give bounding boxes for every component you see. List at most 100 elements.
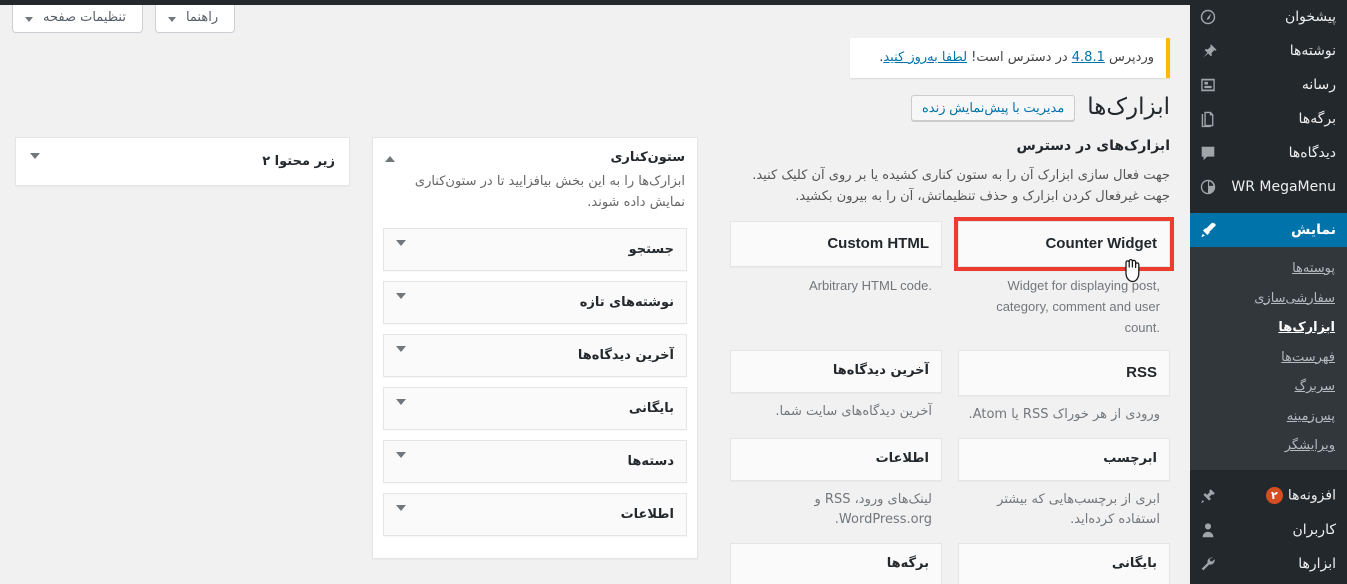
admin-submenu-item[interactable]: پوسته‌ها: [1190, 254, 1347, 284]
admin-menu-item-dashboard-icon[interactable]: پیشخوان: [1190, 0, 1347, 34]
available-widget-cell: Counter Widget Widget for displaying post…: [950, 217, 1174, 342]
screen-options-toggle-button[interactable]: تنظیمات صفحه: [12, 5, 143, 33]
admin-menu-item-pages-icon[interactable]: برگه‌ها: [1190, 102, 1347, 136]
available-widget-cell: RSS ورودی از هر خوراک RSS یا Atom.: [950, 350, 1170, 429]
sidebar-widget-item-label: بایگانی: [628, 400, 674, 416]
version-link[interactable]: 4.8.1: [1072, 50, 1105, 65]
users-icon: [1198, 520, 1218, 540]
sidebar-widget-item[interactable]: اطلاعات: [383, 492, 687, 536]
collapse-toggle-button[interactable]: [383, 152, 397, 166]
admin-menu-item-appearance-brush-icon[interactable]: نمایش: [1190, 213, 1347, 247]
sidebar-widget-item[interactable]: جستجو: [383, 227, 687, 271]
expand-toggle-button[interactable]: [396, 240, 406, 262]
admin-submenu-item[interactable]: سفارشی‌سازی: [1190, 284, 1347, 314]
available-widget-description: ورودی از هر خوراک RSS یا Atom.: [968, 406, 1160, 422]
help-toggle-button[interactable]: راهنما: [154, 5, 236, 33]
expand-toggle-button[interactable]: [396, 346, 406, 368]
available-widget-description: آخرین دیدگاه‌های سایت شما.: [775, 404, 932, 420]
update-link[interactable]: لطفا به‌روز کنید: [883, 50, 967, 65]
dashboard-icon: [1198, 7, 1218, 27]
admin-menu-item-label: برگه‌ها: [1298, 111, 1336, 127]
page-title-row: ابزارک‌ها مدیریت با پیش‌نمایش زنده: [20, 93, 1170, 122]
page-title: ابزارک‌ها: [1087, 94, 1170, 120]
admin-menu-separator: [1190, 204, 1347, 213]
admin-menu-item-megamenu-icon[interactable]: WR MegaMenu: [1190, 170, 1347, 204]
available-widget-cell: اطلاعات لینک‌های ورود، RSS و WordPress.or…: [730, 437, 950, 535]
admin-menu-bottom-group: افزونه‌ها۲ کاربران ابزارها: [1190, 469, 1347, 581]
available-widgets-description-line2: جهت غیرفعال کردن ابزارک و حذف تنظیماتش، …: [795, 189, 1170, 205]
admin-menu-item-label: ابزارها: [1298, 555, 1336, 572]
notice-prefix: وردپرس: [1104, 50, 1154, 65]
admin-submenu-item[interactable]: ابزارک‌ها: [1190, 313, 1347, 343]
available-widget-cell: Custom HTML Arbitrary HTML code.: [730, 221, 950, 342]
expand-toggle-button[interactable]: [396, 452, 406, 474]
update-notice: وردپرس 4.8.1 در دسترس است! لطفا به‌روز ک…: [850, 38, 1170, 78]
expand-toggle-button[interactable]: [396, 505, 406, 527]
chevron-down-icon: [396, 399, 406, 421]
admin-menu-item-label: پیشخوان: [1284, 9, 1336, 25]
admin-menu-item-pin-icon[interactable]: نوشته‌ها: [1190, 34, 1347, 68]
comments-icon: [1198, 143, 1218, 163]
below-content-2-panel[interactable]: زیر محتوا ۲: [15, 137, 350, 186]
admin-submenu-item[interactable]: فهرست‌ها: [1190, 343, 1347, 373]
available-widget-description: Arbitrary HTML code.: [808, 277, 932, 293]
available-widget-highlighted[interactable]: Counter Widget: [954, 217, 1174, 271]
available-widgets-description: جهت فعال سازی ابزارک آن را به ستون کناری…: [730, 165, 1170, 208]
available-widget-item[interactable]: اطلاعات: [730, 437, 942, 481]
chevron-down-icon: [396, 505, 406, 527]
chevron-down-icon: [396, 346, 406, 368]
notice-middle: در دسترس است!: [967, 50, 1072, 65]
expand-toggle-button[interactable]: [396, 399, 406, 421]
sidebar-widget-item[interactable]: بایگانی: [383, 386, 687, 430]
admin-menu-item-media-icon[interactable]: رسانه: [1190, 68, 1347, 102]
chevron-down-icon: [396, 240, 406, 262]
available-widget-item[interactable]: Custom HTML: [730, 221, 942, 267]
available-widget-item[interactable]: بایگانی: [958, 543, 1170, 584]
screen-options-toggle-label: تنظیمات صفحه: [43, 10, 126, 25]
available-widget-title: برگه‌ها: [886, 556, 929, 572]
admin-menu-top-group: پیشخوان نوشته‌ها رسانه برگه‌ها دیدگاه‌ها WR M…: [1190, 0, 1347, 247]
sidebar-widget-item[interactable]: دسته‌ها: [383, 439, 687, 483]
media-icon: [1198, 75, 1218, 95]
available-widget-title: RSS: [1126, 364, 1157, 382]
admin-menu-item-users-icon[interactable]: کاربران: [1190, 513, 1347, 547]
sidebar-panel-title: ستون‌کناری: [610, 150, 685, 165]
available-widget-item[interactable]: ابرچسب: [958, 437, 1170, 481]
admin-submenu-item[interactable]: پس‌زمینه: [1190, 402, 1347, 432]
available-widgets-grid: Counter Widget Widget for displaying post…: [730, 217, 1174, 584]
available-widget-title: اطلاعات: [875, 450, 929, 466]
admin-menu-item-label: WR MegaMenu: [1231, 179, 1336, 195]
live-preview-button[interactable]: مدیریت با پیش‌نمایش زنده: [910, 94, 1076, 121]
available-widget-item[interactable]: آخرین دیدگاه‌ها: [730, 350, 942, 394]
sidebar-widget-area-panel: ستون‌کناری ابزارک‌ها را به این بخش بیافز…: [372, 137, 698, 559]
expand-toggle-button[interactable]: [396, 293, 406, 315]
chevron-down-icon: [396, 293, 406, 315]
admin-submenu-item[interactable]: ویرایشگر: [1190, 431, 1347, 461]
admin-menu-item-tools-icon[interactable]: ابزارها: [1190, 547, 1347, 581]
admin-menu-item-comments-icon[interactable]: دیدگاه‌ها: [1190, 136, 1347, 170]
available-widget-item[interactable]: RSS: [958, 350, 1170, 396]
admin-menu-item-label: دیدگاه‌ها: [1288, 145, 1336, 161]
sidebar-widget-item-label: آخرین دیدگاه‌ها: [577, 347, 674, 363]
main-content-area: راهنما تنظیمات صفحه وردپرس 4.8.1 در دستر…: [0, 5, 1190, 584]
admin-menu-item-plugins-icon[interactable]: افزونه‌ها۲: [1190, 479, 1347, 513]
available-widget-title: آخرین دیدگاه‌ها: [832, 363, 929, 379]
available-widget-item[interactable]: برگه‌ها: [730, 543, 942, 584]
sidebar-panel-description: ابزارک‌ها را به این بخش بیافزایید تا در …: [414, 174, 685, 211]
expand-toggle-button[interactable]: [30, 152, 40, 174]
available-widget-title: Custom HTML: [827, 235, 929, 253]
available-widgets-description-line1: جهت فعال سازی ابزارک آن را به ستون کناری…: [752, 167, 1170, 183]
available-widget-cell: ابرچسب ابری از برچسب‌هایی که بیشتر استفاد…: [950, 437, 1170, 535]
sidebar-panel-header[interactable]: ستون‌کناری ابزارک‌ها را به این بخش بیافز…: [373, 138, 697, 220]
available-widgets-heading: ابزارک‌های در دسترس: [1016, 138, 1170, 154]
sidebar-widget-item[interactable]: آخرین دیدگاه‌ها: [383, 333, 687, 377]
sidebar-widget-item-label: دسته‌ها: [627, 453, 674, 469]
available-widget-title: ابرچسب: [1103, 450, 1157, 466]
sidebar-widget-item[interactable]: نوشته‌های تازه: [383, 280, 687, 324]
admin-menu-item-label: نوشته‌ها: [1289, 43, 1336, 59]
pages-icon: [1198, 109, 1218, 129]
admin-submenu-item[interactable]: سربرگ: [1190, 372, 1347, 402]
chevron-down-icon: [30, 152, 40, 174]
pin-icon: [1198, 41, 1218, 61]
chevron-down-icon: [167, 16, 176, 22]
